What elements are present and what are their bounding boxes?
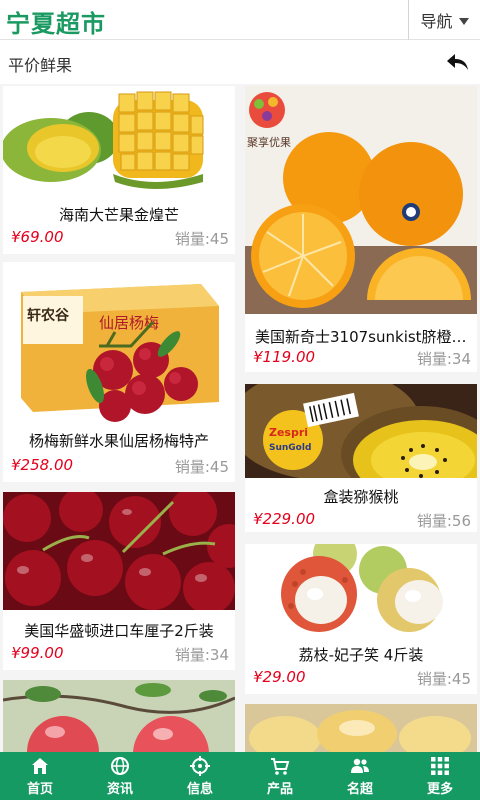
apple-image	[3, 680, 235, 752]
box-brand-text: 轩农谷	[27, 307, 70, 324]
section-bar: 平价鲜果	[0, 40, 480, 84]
product-card[interactable]	[245, 704, 477, 752]
product-image[interactable]: 聚享优果	[245, 86, 477, 314]
target-icon	[190, 755, 210, 776]
product-card[interactable]: Zespri SunGold 盒装猕猴桃 ¥229.00 销量:56	[245, 384, 477, 532]
product-sales: 销量:45	[416, 670, 471, 688]
product-price: ¥258.00	[11, 456, 74, 474]
product-sales: 销量:56	[416, 512, 471, 530]
product-sales: 销量:45	[174, 458, 229, 476]
product-price: ¥229.00	[253, 510, 316, 528]
bottom-nav-label: 信息	[186, 781, 213, 797]
product-card[interactable]	[3, 680, 235, 752]
bottom-nav: 首页 资讯 信息 产品 名超 更多	[0, 752, 480, 800]
orange-image: 聚享优果	[245, 86, 477, 314]
product-price: ¥69.00	[11, 228, 64, 246]
bottom-nav-stores[interactable]: 名超	[320, 752, 400, 800]
product-image[interactable]	[3, 680, 235, 752]
product-price: ¥119.00	[253, 348, 316, 366]
product-name[interactable]: 荔枝-妃子笑 4斤装	[245, 644, 477, 665]
orange-brand-text: 聚享优果	[247, 135, 291, 149]
bottom-nav-label: 更多	[426, 781, 453, 797]
bottom-nav-more[interactable]: 更多	[400, 752, 480, 800]
product-sales: 销量:34	[174, 646, 229, 664]
product-image[interactable]: Zespri SunGold	[245, 384, 477, 478]
bottom-nav-news[interactable]: 资讯	[80, 752, 160, 800]
kiwi-brand-text: Zespri	[269, 426, 308, 439]
product-image[interactable]	[3, 492, 235, 610]
site-logo[interactable]: 宁夏超市	[6, 4, 106, 39]
product-price: ¥99.00	[11, 644, 64, 662]
product-card[interactable]: 美国华盛顿进口车厘子2斤装 ¥99.00 销量:34	[3, 492, 235, 670]
bottom-nav-label: 产品	[266, 781, 293, 797]
product-sales: 销量:34	[416, 350, 471, 368]
product-name[interactable]: 盒装猕猴桃	[245, 486, 477, 507]
nav-menu-label: 导航	[420, 12, 453, 31]
lychee-image	[245, 544, 477, 636]
box-label-text: 仙居杨梅	[99, 314, 159, 332]
bottom-nav-products[interactable]: 产品	[240, 752, 320, 800]
product-card[interactable]: 荔枝-妃子笑 4斤装 ¥29.00 销量:45	[245, 544, 477, 694]
bottom-nav-label: 名超	[346, 781, 373, 797]
product-name[interactable]: 海南大芒果金煌芒	[3, 204, 235, 225]
cart-icon	[271, 757, 290, 775]
globe-icon	[111, 756, 129, 775]
product-sales: 销量:45	[174, 230, 229, 248]
back-arrow-icon	[447, 54, 468, 70]
kiwi-image: Zespri SunGold	[245, 384, 477, 478]
bayberry-image: 轩农谷 仙居杨梅	[3, 262, 235, 424]
bottom-nav-label: 首页	[26, 781, 53, 797]
product-card[interactable]: 轩农谷 仙居杨梅 杨梅新鲜水果仙居杨梅特产 ¥258.00 销量:45	[3, 262, 235, 482]
product-name[interactable]: 美国华盛顿进口车厘子2斤装	[3, 620, 235, 641]
product-image[interactable]	[245, 544, 477, 636]
cherry-image	[3, 492, 235, 610]
bottom-nav-info[interactable]: 信息	[160, 752, 240, 800]
product-image[interactable]	[3, 86, 235, 198]
home-icon	[32, 757, 48, 774]
product-name[interactable]: 杨梅新鲜水果仙居杨梅特产	[3, 430, 235, 451]
durian-image	[245, 704, 477, 752]
app-header: 宁夏超市 导航	[0, 0, 480, 40]
section-title: 平价鲜果	[8, 56, 73, 75]
bottom-nav-home[interactable]: 首页	[0, 752, 80, 800]
bottom-nav-label: 资讯	[106, 781, 133, 797]
mango-image	[3, 86, 235, 198]
grid-icon	[431, 756, 449, 775]
kiwi-label-text: SunGold	[269, 443, 311, 453]
product-image[interactable]	[245, 704, 477, 752]
product-price: ¥29.00	[253, 668, 306, 686]
product-card[interactable]: 聚享优果 美国新奇士3107sunkist脐橙… ¥119.00 销量:34	[245, 86, 477, 372]
product-name[interactable]: 美国新奇士3107sunkist脐橙…	[255, 326, 469, 347]
back-button[interactable]	[444, 48, 472, 76]
users-icon	[351, 758, 369, 773]
product-image[interactable]: 轩农谷 仙居杨梅	[3, 262, 235, 424]
chevron-down-icon	[458, 17, 469, 25]
nav-menu-button[interactable]: 导航	[408, 0, 480, 40]
product-card[interactable]: 海南大芒果金煌芒 ¥69.00 销量:45	[3, 86, 235, 254]
